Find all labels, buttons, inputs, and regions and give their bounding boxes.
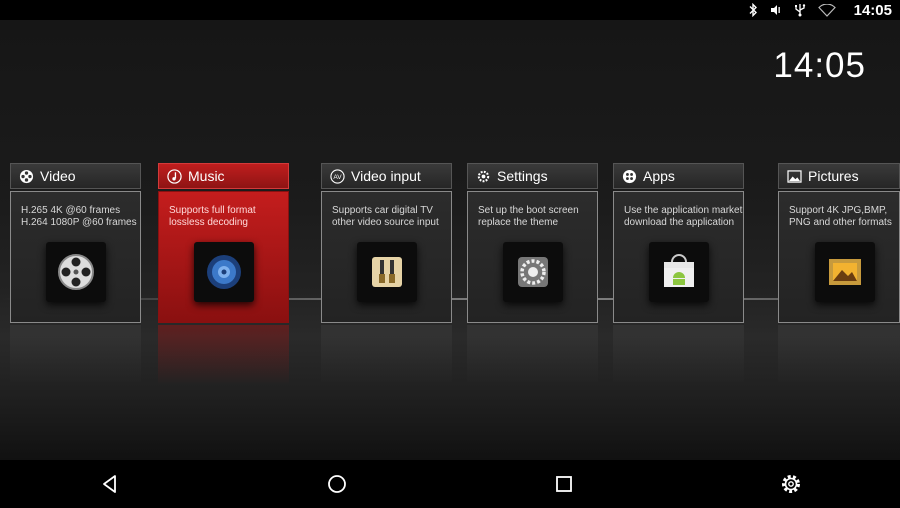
card-apps[interactable]: Apps Use the application market download…: [613, 163, 744, 385]
android-market-icon: [648, 242, 709, 302]
card-header[interactable]: Music: [158, 163, 289, 189]
card-reflection: [158, 325, 289, 385]
card-body[interactable]: Use the application market download the …: [613, 191, 744, 323]
card-reflection: [10, 325, 141, 385]
clock: 14:05: [773, 46, 866, 85]
card-body[interactable]: Set up the boot screen replace the theme: [467, 191, 598, 323]
card-header[interactable]: Video: [10, 163, 141, 189]
card-desc: Use the application market download the …: [624, 205, 743, 228]
recents-button[interactable]: [552, 472, 576, 496]
card-video[interactable]: Video H.265 4K @60 frames H.264 1080P @6…: [10, 163, 141, 385]
back-button[interactable]: [98, 472, 122, 496]
card-desc: Supports car digital TV other video sour…: [332, 205, 439, 228]
card-body[interactable]: H.265 4K @60 frames H.264 1080P @60 fram…: [10, 191, 141, 323]
film-reel-icon: [18, 168, 34, 184]
film-reel-icon: [45, 242, 106, 302]
settings-button[interactable]: [779, 472, 803, 496]
av-icon: AV: [329, 168, 345, 184]
gear-wheel-icon: [502, 242, 563, 302]
card-body[interactable]: Supports full format lossless decoding: [158, 191, 289, 323]
card-reflection: [467, 325, 598, 385]
settings-icon: [782, 475, 800, 493]
card-title: Settings: [497, 168, 548, 184]
card-body[interactable]: Support 4K JPG,BMP, PNG and other format…: [778, 191, 900, 323]
card-music[interactable]: Music Supports full format lossless deco…: [158, 163, 289, 385]
card-reflection: [321, 325, 452, 385]
speaker-icon: [193, 242, 254, 302]
gear-icon: [475, 168, 491, 184]
home-button[interactable]: [325, 472, 349, 496]
card-pictures[interactable]: Pictures Support 4K JPG,BMP, PNG and oth…: [778, 163, 900, 385]
card-video-input[interactable]: AV Video input Supports car digital TV o…: [321, 163, 452, 385]
back-icon: [103, 475, 116, 493]
av-cable-icon: [356, 242, 417, 302]
card-header[interactable]: Pictures: [778, 163, 900, 189]
card-title: Music: [188, 168, 225, 184]
svg-text:AV: AV: [333, 173, 342, 180]
card-reflection: [778, 325, 900, 385]
picture-icon: [786, 168, 802, 184]
usb-icon: [794, 3, 806, 17]
picture-frame-icon: [815, 242, 875, 302]
bluetooth-icon: [748, 3, 758, 17]
card-header[interactable]: AV Video input: [321, 163, 452, 189]
home-icon: [328, 475, 346, 493]
card-desc: Set up the boot screen replace the theme: [478, 205, 579, 228]
card-title: Video: [40, 168, 76, 184]
card-desc: Supports full format lossless decoding: [169, 205, 256, 228]
card-settings[interactable]: Settings Set up the boot screen replace …: [467, 163, 598, 385]
card-body[interactable]: Supports car digital TV other video sour…: [321, 191, 452, 323]
navigation-bar: [0, 460, 900, 508]
launcher-home: 14:05 Video H.265 4K @60 frames H.264 10…: [0, 20, 900, 460]
recents-icon: [556, 476, 572, 492]
card-title: Pictures: [808, 168, 859, 184]
card-header[interactable]: Settings: [467, 163, 598, 189]
card-title: Apps: [643, 168, 675, 184]
card-title: Video input: [351, 168, 421, 184]
status-bar: 14:05: [0, 0, 900, 20]
card-reflection: [613, 325, 744, 385]
card-desc: H.265 4K @60 frames H.264 1080P @60 fram…: [21, 205, 137, 228]
apps-icon: [621, 168, 637, 184]
music-note-icon: [166, 168, 182, 184]
card-header[interactable]: Apps: [613, 163, 744, 189]
volume-mute-icon: [770, 4, 782, 16]
status-time: 14:05: [853, 1, 892, 19]
card-desc: Support 4K JPG,BMP, PNG and other format…: [789, 205, 892, 228]
wifi-icon: [817, 3, 836, 17]
